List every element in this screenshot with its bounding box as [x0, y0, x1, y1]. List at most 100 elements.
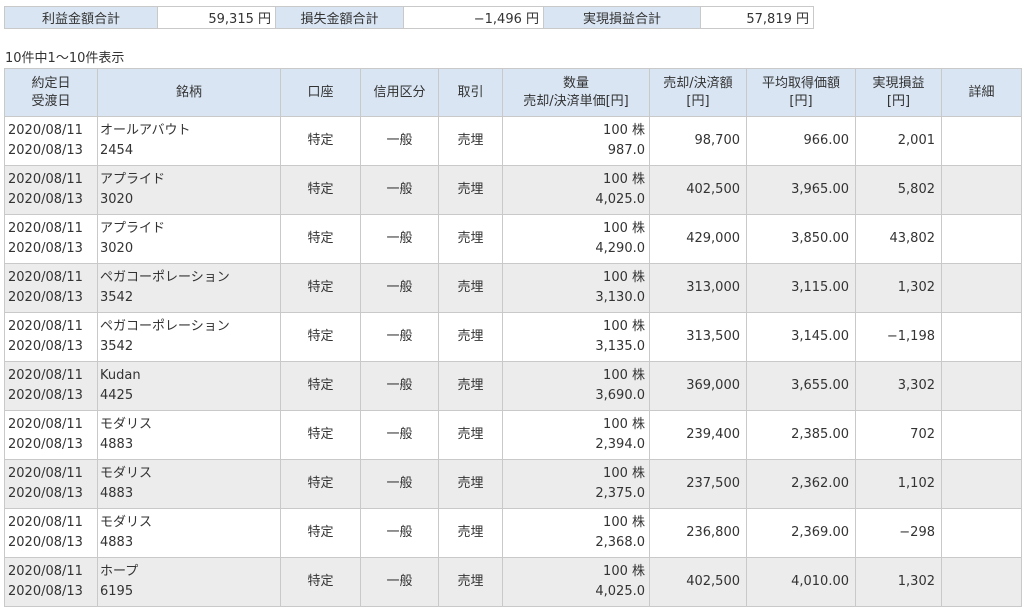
trade-type: 売埋 — [438, 214, 503, 264]
header-avg-cost-label: 平均取得価額 — [761, 75, 840, 91]
account-type: 特定 — [280, 165, 361, 215]
realized-pnl: 43,802 — [855, 214, 942, 264]
quantity: 100 株 — [603, 123, 645, 138]
avg-cost: 4,010.00 — [746, 557, 856, 607]
trade-type: 売埋 — [438, 557, 503, 607]
credit-type: 一般 — [360, 557, 439, 607]
settle-date: 2020/08/13 — [8, 437, 83, 452]
sell-amount: 429,000 — [649, 214, 747, 264]
stock-code: 4425 — [100, 388, 134, 403]
stock-code: 3542 — [100, 339, 134, 354]
trade-type: 売埋 — [438, 508, 503, 558]
trade-type: 売埋 — [438, 361, 503, 411]
unit-price: 3,690.0 — [595, 388, 645, 403]
detail-cell[interactable] — [941, 263, 1022, 313]
avg-cost: 3,145.00 — [746, 312, 856, 362]
cell-dates: 2020/08/11 2020/08/13 — [4, 361, 98, 411]
header-avg-cost-unit: [円] — [789, 93, 813, 109]
table-row: 2020/08/11 2020/08/13 モダリス 4883 特定 一般 売埋 100 株 2… — [4, 508, 1022, 558]
detail-cell[interactable] — [941, 557, 1022, 607]
avg-cost: 2,369.00 — [746, 508, 856, 558]
table-row: 2020/08/11 2020/08/13 ペガコーポレーション 3542 特定 一般 売埋… — [4, 312, 1022, 362]
realized-pnl: 1,102 — [855, 459, 942, 509]
stock-code: 3020 — [100, 241, 134, 256]
sell-amount: 239,400 — [649, 410, 747, 460]
header-trade-date: 約定日 — [31, 75, 71, 91]
unit-price: 987.0 — [607, 143, 645, 158]
loss-total-label: 損失金額合計 — [275, 6, 404, 29]
detail-cell[interactable] — [941, 116, 1022, 166]
detail-cell[interactable] — [941, 508, 1022, 558]
quantity: 100 株 — [603, 417, 645, 432]
loss-total-value: −1,496 円 — [403, 6, 544, 29]
unit-price: 4,025.0 — [595, 192, 645, 207]
credit-type: 一般 — [360, 214, 439, 264]
settle-date: 2020/08/13 — [8, 339, 83, 354]
account-type: 特定 — [280, 508, 361, 558]
realized-pnl: 1,302 — [855, 263, 942, 313]
trade-date: 2020/08/11 — [8, 123, 83, 138]
account-type: 特定 — [280, 312, 361, 362]
header-sell-amount-unit: [円] — [686, 93, 710, 109]
quantity: 100 株 — [603, 466, 645, 481]
settle-date: 2020/08/13 — [8, 192, 83, 207]
account-type: 特定 — [280, 214, 361, 264]
detail-cell[interactable] — [941, 410, 1022, 460]
unit-price: 2,394.0 — [595, 437, 645, 452]
stock-name: アプライド — [100, 172, 166, 187]
detail-cell[interactable] — [941, 312, 1022, 362]
sell-amount: 402,500 — [649, 165, 747, 215]
unit-price: 2,368.0 — [595, 535, 645, 550]
detail-cell[interactable] — [941, 165, 1022, 215]
unit-price: 2,375.0 — [595, 486, 645, 501]
cell-quantity-price: 100 株 4,025.0 — [502, 165, 650, 215]
cell-quantity-price: 100 株 2,394.0 — [502, 410, 650, 460]
cell-stock: モダリス 4883 — [97, 459, 281, 509]
credit-type: 一般 — [360, 312, 439, 362]
header-trade-type: 取引 — [438, 68, 503, 117]
cell-quantity-price: 100 株 2,375.0 — [502, 459, 650, 509]
cell-dates: 2020/08/11 2020/08/13 — [4, 459, 98, 509]
stock-name: ペガコーポレーション — [100, 319, 230, 334]
stock-name: モダリス — [100, 515, 153, 530]
unit-price: 3,135.0 — [595, 339, 645, 354]
cell-stock: ペガコーポレーション 3542 — [97, 312, 281, 362]
stock-code: 2454 — [100, 143, 134, 158]
stock-code: 3020 — [100, 192, 134, 207]
table-row: 2020/08/11 2020/08/13 ペガコーポレーション 3542 特定 一般 売埋… — [4, 263, 1022, 313]
cell-stock: オールアバウト 2454 — [97, 116, 281, 166]
quantity: 100 株 — [603, 319, 645, 334]
trade-type: 売埋 — [438, 459, 503, 509]
stock-name: アプライド — [100, 221, 166, 236]
avg-cost: 3,655.00 — [746, 361, 856, 411]
avg-cost: 3,850.00 — [746, 214, 856, 264]
cell-stock: モダリス 4883 — [97, 508, 281, 558]
realized-pnl: −298 — [855, 508, 942, 558]
settle-date: 2020/08/13 — [8, 584, 83, 599]
trade-type: 売埋 — [438, 410, 503, 460]
settle-date: 2020/08/13 — [8, 143, 83, 158]
unit-price: 3,130.0 — [595, 290, 645, 305]
sell-amount: 237,500 — [649, 459, 747, 509]
detail-cell[interactable] — [941, 214, 1022, 264]
trade-date: 2020/08/11 — [8, 368, 83, 383]
header-quantity: 数量 — [562, 75, 589, 91]
detail-cell[interactable] — [941, 361, 1022, 411]
credit-type: 一般 — [360, 361, 439, 411]
trade-date: 2020/08/11 — [8, 172, 83, 187]
cell-stock: Kudan 4425 — [97, 361, 281, 411]
settle-date: 2020/08/13 — [8, 388, 83, 403]
credit-type: 一般 — [360, 508, 439, 558]
header-account: 口座 — [280, 68, 361, 117]
header-unit-price: 売却/決済単価[円] — [523, 93, 629, 109]
sell-amount: 369,000 — [649, 361, 747, 411]
avg-cost: 2,362.00 — [746, 459, 856, 509]
trade-date: 2020/08/11 — [8, 319, 83, 334]
cell-dates: 2020/08/11 2020/08/13 — [4, 410, 98, 460]
cell-quantity-price: 100 株 4,290.0 — [502, 214, 650, 264]
detail-cell[interactable] — [941, 459, 1022, 509]
quantity: 100 株 — [603, 515, 645, 530]
realized-total-value: 57,819 円 — [700, 6, 814, 29]
table-row: 2020/08/11 2020/08/13 モダリス 4883 特定 一般 売埋 100 株 2… — [4, 410, 1022, 460]
settle-date: 2020/08/13 — [8, 241, 83, 256]
